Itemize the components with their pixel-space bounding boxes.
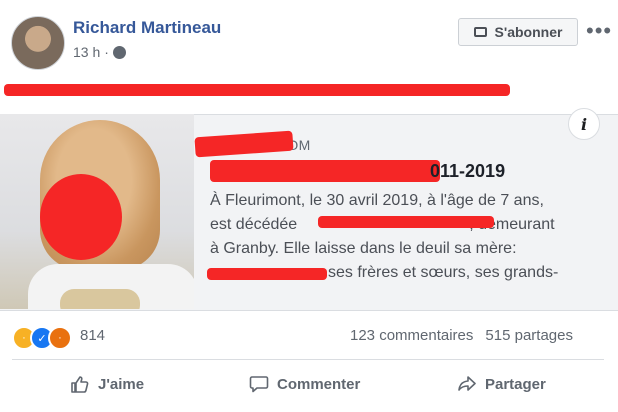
post-stats: 123 commentaires 515 partages (350, 327, 573, 344)
subscribe-icon (473, 27, 487, 37)
desc-line-2a: est décédée (210, 216, 298, 233)
comment-icon (249, 376, 269, 393)
separator-dot: · (104, 44, 109, 60)
share-label: Partager (485, 375, 546, 393)
redacted-link-text (4, 84, 510, 96)
globe-icon (112, 45, 126, 59)
author-name[interactable]: Richard Martineau (73, 18, 221, 38)
subscribe-label: S'abonner (494, 24, 563, 40)
post-time[interactable]: 13 h (73, 44, 100, 60)
redacted-name (318, 216, 494, 228)
thumbs-up-icon (71, 376, 89, 393)
reactions-count[interactable]: 814 (80, 327, 105, 344)
redacted-face (40, 174, 122, 260)
redacted-title (210, 160, 440, 182)
desc-line-4b: ses frères et sœurs, ses grands- (328, 264, 559, 281)
subscribe-button[interactable]: S'abonner (458, 18, 578, 46)
toy (60, 289, 140, 309)
info-icon[interactable]: i (568, 108, 600, 140)
like-button[interactable]: J'aime (70, 375, 144, 393)
comments-count[interactable]: 123 commentaires (350, 327, 473, 344)
shares-count[interactable]: 515 partages (485, 327, 573, 344)
link-title[interactable]: 011-2019 (430, 161, 505, 182)
share-button[interactable]: Partager (457, 375, 546, 393)
link-preview-image[interactable] (0, 114, 194, 309)
post-meta: 13 h · (73, 44, 126, 60)
angry-reaction-icon: · (48, 326, 72, 350)
desc-line-1: À Fleurimont, le 30 avril 2019, à l'âge … (210, 192, 544, 209)
comment-button[interactable]: Commenter (249, 375, 360, 393)
comment-label: Commenter (277, 375, 361, 393)
desc-line-3: à Granby. Elle laisse dans le deuil sa m… (210, 240, 517, 257)
divider (12, 359, 604, 360)
like-label: J'aime (98, 375, 145, 393)
share-arrow-icon (458, 376, 476, 391)
redacted-mother-name (207, 268, 327, 280)
author-avatar[interactable] (11, 16, 65, 70)
reaction-icons[interactable]: · ✓ · (12, 326, 72, 350)
more-options-icon[interactable]: ••• (586, 18, 612, 44)
